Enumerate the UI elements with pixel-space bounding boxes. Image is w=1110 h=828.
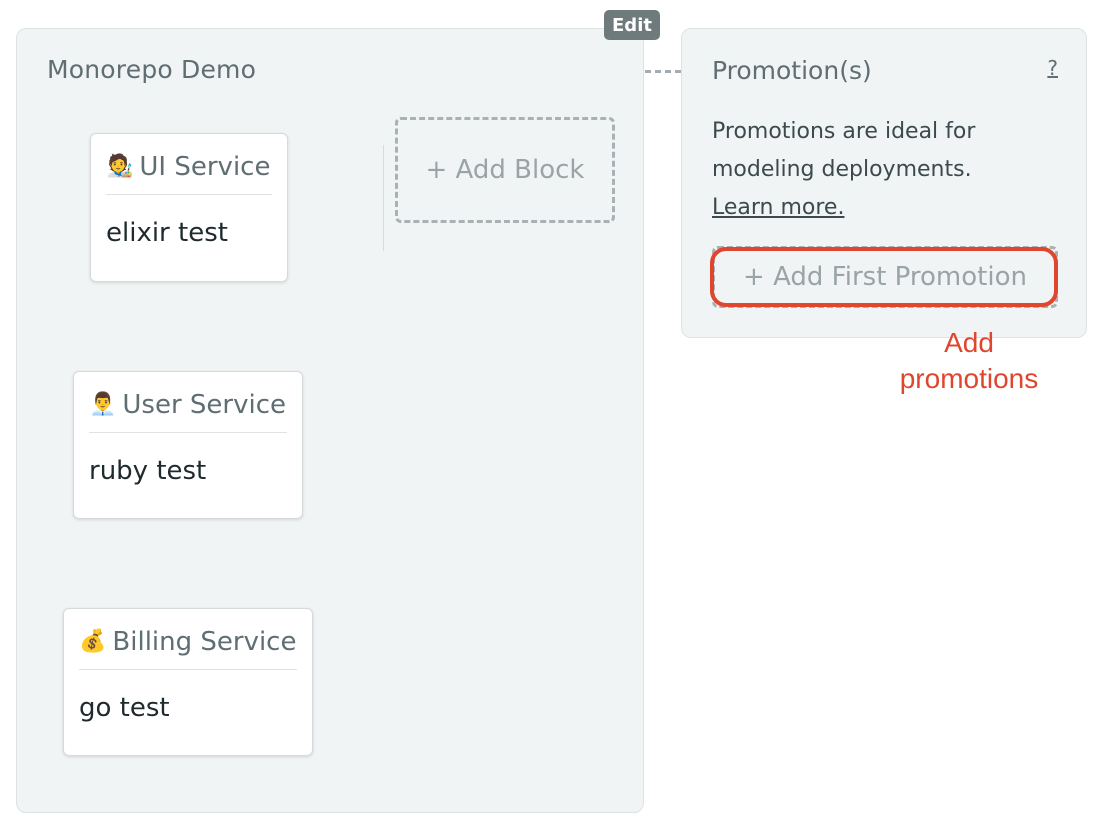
workflow-editor-canvas: Monorepo Demo 🧑‍🎨 UI Service elixir test… [0, 0, 1110, 828]
block-job: elixir test [106, 218, 228, 248]
block-column-divider [383, 145, 384, 251]
promotions-title: Promotion(s) [712, 56, 872, 85]
add-block-button[interactable]: + Add Block [395, 117, 615, 223]
artist-icon: 🧑‍🎨 [106, 154, 134, 179]
promotions-description: Promotions are ideal for modeling deploy… [712, 119, 976, 182]
block-name: User Service [122, 390, 287, 420]
block-header: 💰 Billing Service [79, 627, 297, 670]
office-worker-icon: 👨‍💼 [89, 392, 117, 417]
add-first-promotion-button[interactable]: + Add First Promotion [712, 246, 1058, 308]
pipeline-promotion-connector [645, 70, 681, 73]
block-job: ruby test [89, 456, 207, 486]
block-header: 👨‍💼 User Service [89, 390, 287, 433]
edit-pipeline-button[interactable]: Edit [604, 10, 660, 40]
learn-more-link[interactable]: Learn more. [712, 189, 844, 227]
block-card-ui-service[interactable]: 🧑‍🎨 UI Service elixir test [90, 133, 288, 282]
block-card-billing-service[interactable]: 💰 Billing Service go test [63, 608, 313, 756]
pipeline-title: Monorepo Demo [47, 55, 257, 84]
block-job: go test [79, 693, 170, 723]
block-name: UI Service [139, 152, 271, 182]
promotions-help-link[interactable]: ? [1047, 56, 1058, 80]
money-bag-icon: 💰 [79, 629, 107, 654]
promotions-panel: Promotion(s) ? Promotions are ideal for … [681, 28, 1087, 338]
block-card-user-service[interactable]: 👨‍💼 User Service ruby test [73, 371, 303, 519]
annotation-label: Add promotions [899, 327, 1039, 394]
block-header: 🧑‍🎨 UI Service [106, 152, 272, 195]
block-name: Billing Service [112, 627, 297, 657]
